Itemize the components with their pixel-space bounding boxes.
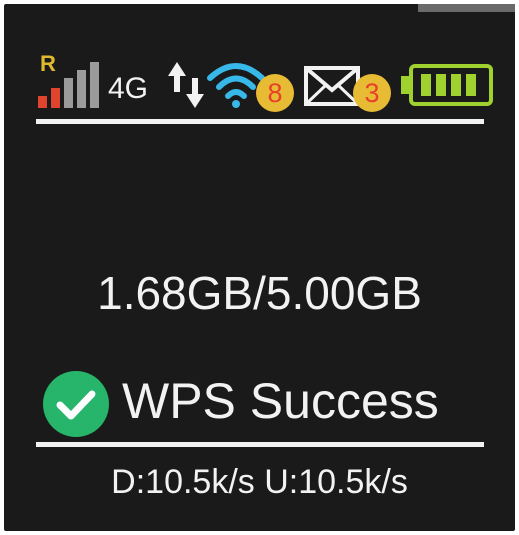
unread-messages-badge: 3 [353,74,391,112]
up-down-arrows-icon [168,62,204,108]
wifi-clients-badge: 8 [256,74,294,112]
wps-status-label: WPS Success [122,373,439,429]
check-circle-icon [43,371,109,437]
device-screen: R 4G 8 3 1.68GB/5.00GB WPS Success D:10.… [4,4,515,531]
envelope-icon [304,66,360,106]
status-divider [36,119,484,124]
battery-full-icon [401,64,493,106]
signal-bars-icon [38,62,99,108]
footer-divider [36,442,484,447]
screen-corner-decoration [418,4,515,12]
network-type-label: 4G [108,72,149,105]
data-usage-label: 1.68GB/5.00GB [97,267,422,319]
transfer-speeds-label: D:10.5k/s U:10.5k/s [111,463,408,501]
